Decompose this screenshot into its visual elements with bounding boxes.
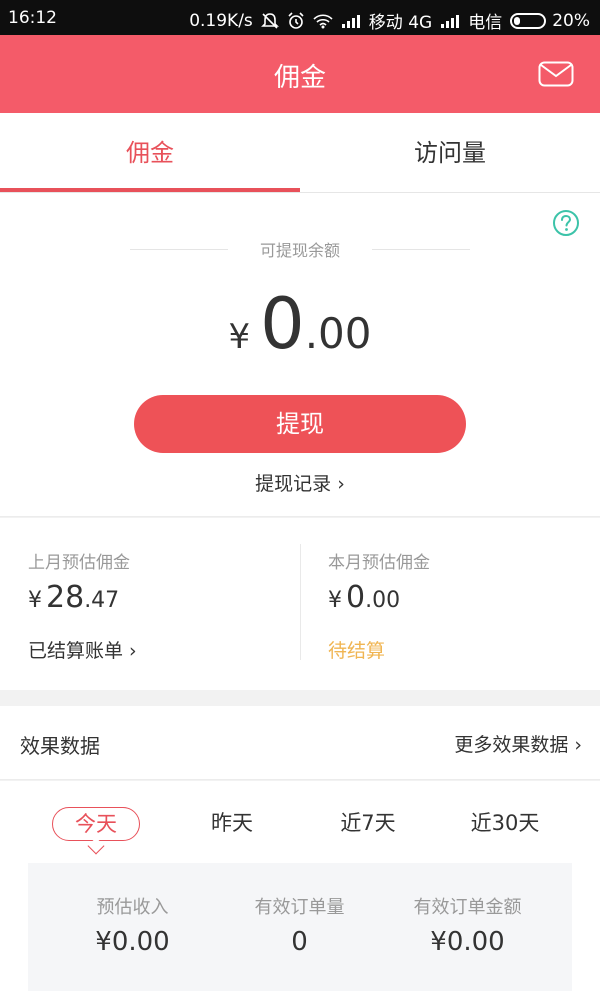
balance-label-row: 可提现余额 bbox=[130, 237, 470, 261]
pending-settlement-status: 待结算 bbox=[328, 640, 386, 662]
period-yesterday[interactable]: 昨天 bbox=[192, 807, 272, 841]
tab-visits[interactable]: 访问量 bbox=[300, 113, 600, 193]
signal-icon bbox=[440, 14, 460, 28]
currency-symbol: ¥ bbox=[28, 588, 42, 613]
amount-integer: 0 bbox=[346, 580, 366, 615]
metric-value: ¥0.00 bbox=[430, 927, 505, 957]
metric-label: 预估收入 bbox=[96, 897, 169, 918]
divider-line bbox=[130, 249, 228, 250]
currency-symbol: ¥ bbox=[228, 317, 251, 357]
divider-line bbox=[372, 249, 470, 250]
battery-level: 20% bbox=[552, 10, 590, 31]
metric-label: 有效订单量 bbox=[254, 897, 345, 918]
alarm-icon bbox=[287, 11, 305, 30]
withdraw-button[interactable]: 提现 bbox=[134, 395, 466, 453]
balance-card: 可提现余额 ¥0.00 提现 提现记录 › bbox=[0, 193, 600, 517]
more-performance-link[interactable]: 更多效果数据 › bbox=[454, 730, 582, 757]
help-icon[interactable] bbox=[552, 209, 580, 237]
amount-integer: 0 bbox=[260, 283, 305, 365]
balance-amount: ¥0.00 bbox=[0, 283, 600, 365]
period-panel: 今天 昨天 近7天 近30天 预估收入 ¥0.00 有效订单量 0 有效订单金额… bbox=[0, 781, 600, 991]
carrier-1: 移动 4G bbox=[368, 13, 433, 33]
wifi-icon bbox=[313, 13, 333, 29]
this-month-amount: ¥0.00 bbox=[328, 580, 400, 615]
period-today[interactable]: 今天 bbox=[52, 807, 140, 841]
period-30-days[interactable]: 近30天 bbox=[460, 807, 550, 841]
page-title: 佣金 bbox=[273, 63, 326, 93]
last-month-label: 上月预估佣金 bbox=[28, 553, 130, 573]
tab-commission[interactable]: 佣金 bbox=[0, 113, 300, 193]
status-bar: 16:12 0.19K/s 移动 4G 电信 20% bbox=[0, 0, 600, 35]
net-speed: 0.19K/s bbox=[189, 10, 253, 31]
battery-indicator: 20% bbox=[510, 11, 590, 31]
estimate-panel: 上月预估佣金 ¥28.47 已结算账单 › 本月预估佣金 ¥0.00 待结算 bbox=[0, 518, 600, 690]
last-month-estimate: 上月预估佣金 ¥28.47 已结算账单 › bbox=[0, 518, 300, 690]
mail-icon[interactable] bbox=[538, 61, 574, 87]
this-month-estimate: 本月预估佣金 ¥0.00 待结算 bbox=[300, 518, 600, 690]
metrics-panel: 预估收入 ¥0.00 有效订单量 0 有效订单金额 ¥0.00 bbox=[28, 863, 572, 991]
metric-label: 有效订单金额 bbox=[413, 897, 522, 918]
this-month-label: 本月预估佣金 bbox=[328, 553, 430, 573]
status-right: 0.19K/s 移动 4G 电信 20% bbox=[189, 8, 590, 34]
carrier-2: 电信 bbox=[468, 13, 503, 33]
app-bar: 佣金 bbox=[0, 35, 600, 113]
metric-value: 0 bbox=[291, 927, 308, 957]
tab-bar: 佣金 访问量 bbox=[0, 113, 600, 193]
settled-bills-link[interactable]: 已结算账单 › bbox=[28, 636, 137, 663]
mute-icon bbox=[260, 12, 279, 30]
signal-icon bbox=[341, 14, 361, 28]
last-month-amount: ¥28.47 bbox=[28, 580, 119, 615]
performance-header: 效果数据 更多效果数据 › bbox=[0, 706, 600, 780]
amount-decimal: .47 bbox=[84, 588, 120, 613]
period-7-days[interactable]: 近7天 bbox=[326, 807, 410, 841]
amount-decimal: .00 bbox=[304, 309, 372, 358]
tab-indicator bbox=[0, 188, 300, 192]
balance-label: 可提现余额 bbox=[259, 241, 340, 260]
battery-icon bbox=[510, 12, 547, 29]
status-time: 16:12 bbox=[8, 8, 57, 28]
withdraw-history-link[interactable]: 提现记录 › bbox=[0, 469, 600, 496]
amount-decimal: .00 bbox=[365, 588, 401, 613]
metric-value: ¥0.00 bbox=[95, 927, 170, 957]
amount-integer: 28 bbox=[46, 580, 85, 615]
currency-symbol: ¥ bbox=[328, 588, 342, 613]
performance-title: 效果数据 bbox=[20, 734, 100, 758]
